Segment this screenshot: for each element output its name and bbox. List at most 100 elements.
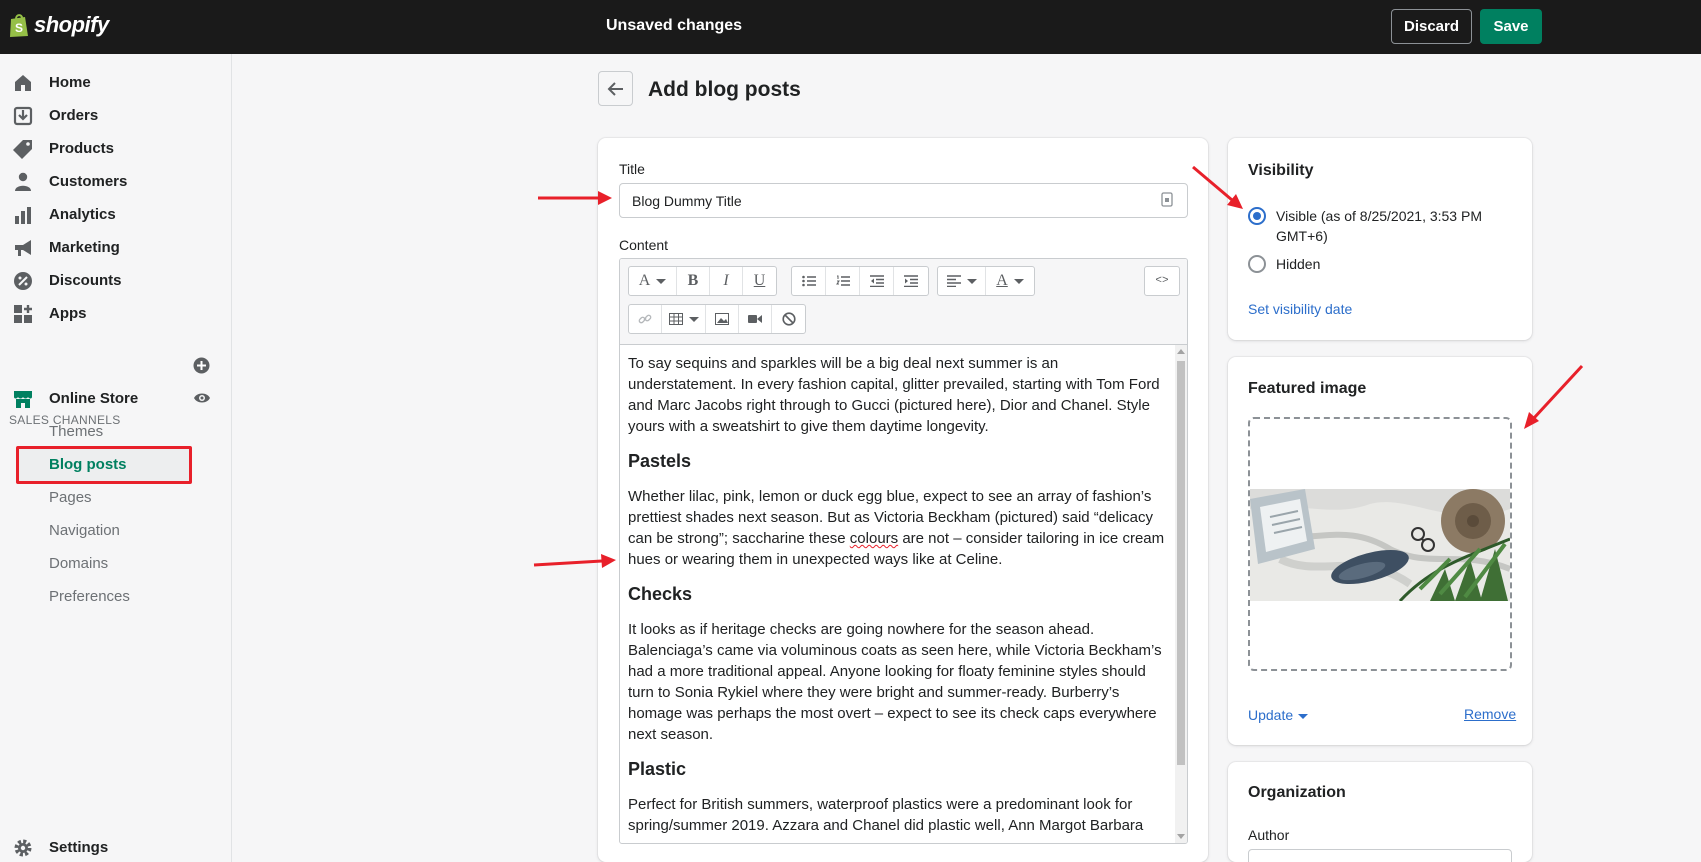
title-input[interactable]	[619, 183, 1188, 218]
discard-button[interactable]: Discard	[1391, 9, 1472, 44]
indent-button[interactable]	[894, 267, 928, 295]
clear-formatting-button[interactable]	[772, 305, 805, 333]
html-source-button[interactable]: <>	[1145, 267, 1179, 295]
sidebar-subitem-label: Domains	[49, 555, 109, 572]
author-label: Author	[1248, 827, 1290, 843]
sidebar-item-label: Online Store	[49, 390, 139, 407]
sidebar-subitem-pages[interactable]: Pages	[0, 482, 232, 512]
discount-icon	[14, 272, 32, 290]
sidebar-subitem-navigation[interactable]: Navigation	[0, 515, 232, 545]
remove-image-link[interactable]: Remove	[1464, 706, 1516, 722]
home-icon	[15, 75, 31, 91]
sidebar-item-products[interactable]: Products	[0, 133, 232, 163]
bullet-list-icon	[801, 275, 816, 287]
italic-button[interactable]: I	[710, 267, 743, 295]
top-bar: S shopify Unsaved changes Discard Save	[0, 0, 1701, 54]
sidebar-item-label: Home	[49, 74, 91, 91]
text-color-dropdown[interactable]: A	[986, 267, 1034, 295]
content-heading: Plastic	[628, 759, 687, 779]
underline-icon: U	[753, 272, 766, 289]
font-icon: A	[638, 272, 651, 289]
content-label: Content	[619, 237, 669, 253]
logo-text: shopify	[34, 12, 109, 37]
sidebar-item-marketing[interactable]: Marketing	[0, 232, 232, 262]
insert-video-button[interactable]	[739, 305, 772, 333]
table-dropdown[interactable]	[662, 305, 706, 333]
scrollbar-thumb[interactable]	[1177, 361, 1185, 765]
svg-text:S: S	[15, 21, 23, 35]
spelling-error[interactable]: colours	[850, 530, 898, 547]
sidebar-subitem-label: Themes	[49, 423, 104, 440]
indent-icon	[904, 275, 918, 287]
hidden-radio[interactable]	[1248, 255, 1266, 273]
visible-radio[interactable]	[1248, 207, 1266, 225]
sidebar-item-orders[interactable]: Orders	[0, 100, 232, 130]
sidebar: Home Orders Products Customers Analytics…	[0, 54, 232, 862]
numbered-list-icon	[835, 275, 850, 286]
image-icon	[715, 313, 729, 325]
page-title: Add blog posts	[648, 78, 801, 101]
sidebar-item-apps[interactable]: Apps	[0, 298, 232, 328]
content-heading: Pastels	[628, 451, 692, 471]
sidebar-item-label: Analytics	[49, 206, 116, 223]
update-dropdown[interactable]: Update	[1248, 707, 1309, 723]
set-visibility-date-link[interactable]: Set visibility date	[1248, 301, 1352, 317]
sidebar-item-home[interactable]: Home	[0, 67, 232, 97]
sidebar-subitem-domains[interactable]: Domains	[0, 548, 232, 578]
font-style-dropdown[interactable]: A	[629, 267, 677, 295]
sidebar-subitem-label: Blog posts	[49, 456, 127, 473]
back-button[interactable]	[598, 71, 633, 106]
rich-text-editor[interactable]: A B I U A <> To say sequins and sparkles…	[619, 258, 1188, 844]
sidebar-subitem-themes[interactable]: Themes	[0, 416, 232, 446]
eye-icon[interactable]	[193, 391, 211, 405]
sidebar-subitem-label: Preferences	[49, 588, 130, 605]
field-autofill-icon	[1161, 192, 1173, 207]
bold-button[interactable]: B	[677, 267, 710, 295]
sidebar-subitem-preferences[interactable]: Preferences	[0, 581, 232, 611]
hidden-radio-label[interactable]: Hidden	[1276, 254, 1320, 274]
sidebar-subitem-blog-posts[interactable]: Blog posts	[0, 449, 232, 479]
add-channel-icon[interactable]	[193, 357, 210, 374]
numbered-list-button[interactable]	[826, 267, 860, 295]
editor-content[interactable]: To say sequins and sparkles will be a bi…	[620, 345, 1175, 843]
content-paragraph: Whether lilac, pink, lemon or duck egg b…	[628, 488, 1165, 568]
content-paragraph: It looks as if heritage checks are going…	[628, 621, 1162, 743]
person-icon	[15, 172, 31, 191]
visible-radio-label[interactable]: Visible (as of 8/25/2021, 3:53 PM GMT+6)	[1276, 206, 1482, 246]
bullet-list-button[interactable]	[792, 267, 826, 295]
content-paragraph: To say sequins and sparkles will be a bi…	[628, 355, 1160, 435]
list-group	[791, 266, 929, 296]
author-select[interactable]	[1248, 849, 1512, 862]
insert-group	[628, 304, 806, 334]
sidebar-item-customers[interactable]: Customers	[0, 166, 232, 196]
sidebar-item-settings[interactable]: Settings	[0, 832, 232, 862]
visibility-title: Visibility	[1248, 162, 1314, 179]
arrow-left-icon	[607, 82, 623, 96]
sidebar-item-label: Discounts	[49, 272, 122, 289]
table-icon	[668, 313, 683, 325]
shopify-logo[interactable]: S shopify	[8, 12, 109, 38]
tag-icon	[13, 140, 32, 159]
outdent-icon	[869, 275, 884, 287]
sidebar-item-analytics[interactable]: Analytics	[0, 199, 232, 229]
bar-chart-icon	[15, 207, 31, 224]
orders-icon	[13, 106, 33, 126]
scroll-down-arrow-icon[interactable]	[1177, 834, 1185, 839]
content-paragraph: Perfect for British summers, waterproof …	[628, 796, 1144, 834]
link-button[interactable]	[629, 305, 662, 333]
scroll-up-arrow-icon[interactable]	[1177, 349, 1185, 354]
megaphone-icon	[15, 240, 31, 256]
outdent-button[interactable]	[860, 267, 894, 295]
featured-image-dropzone[interactable]	[1248, 417, 1512, 671]
save-button[interactable]: Save	[1480, 9, 1542, 44]
unsaved-changes-label: Unsaved changes	[606, 17, 743, 34]
insert-image-button[interactable]	[706, 305, 739, 333]
gear-icon	[14, 839, 32, 857]
editor-scrollbar[interactable]	[1175, 345, 1187, 843]
editor-toolbar: A B I U A <>	[620, 259, 1187, 345]
alignment-dropdown[interactable]	[938, 267, 986, 295]
align-left-icon	[946, 275, 961, 287]
sidebar-item-label: Customers	[49, 173, 128, 190]
sidebar-item-discounts[interactable]: Discounts	[0, 265, 232, 295]
underline-button[interactable]: U	[743, 267, 776, 295]
